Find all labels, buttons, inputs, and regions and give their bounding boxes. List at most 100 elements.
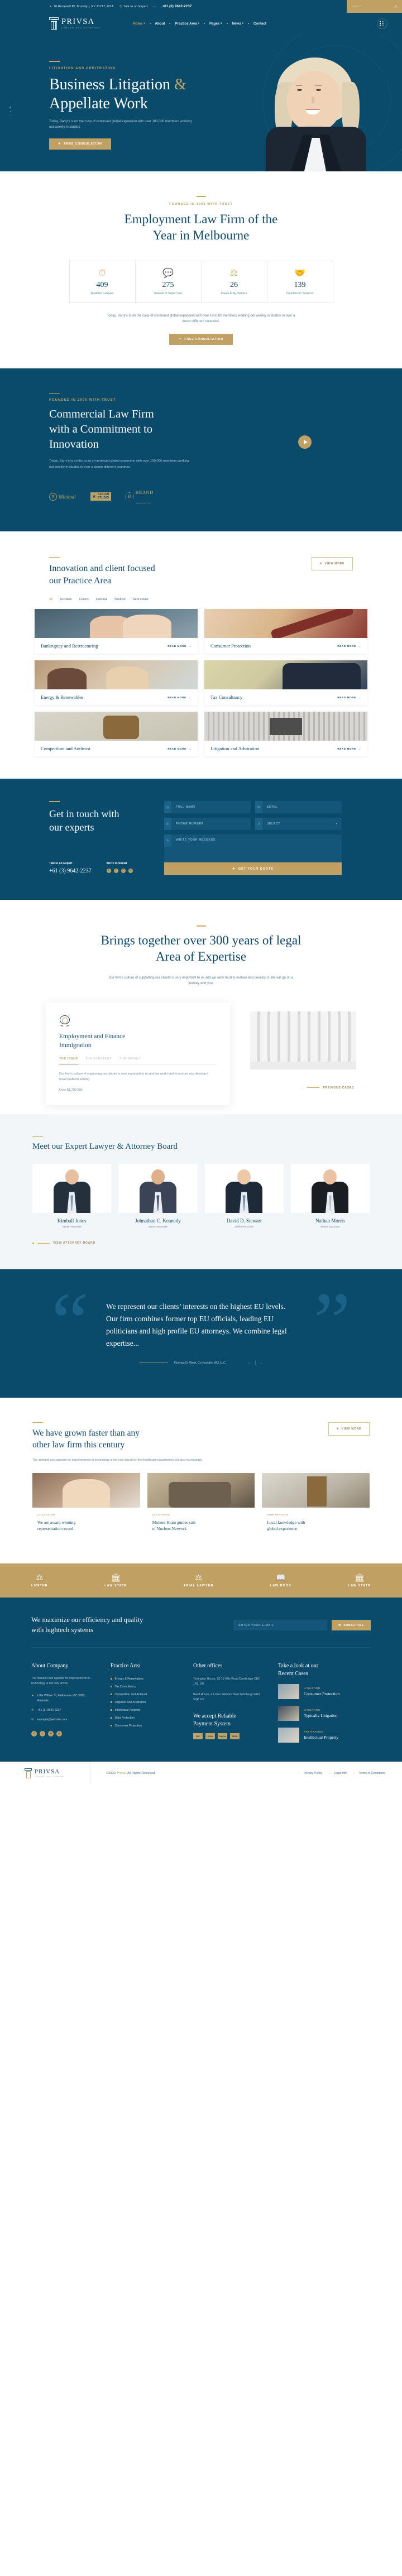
footer-phone[interactable]: ✆ +61 (3) 9642-2237 (31, 1708, 97, 1713)
contact-phone-value[interactable]: +61 (3) 9642-2237 (49, 868, 92, 874)
tab-the-impact[interactable]: THE IMPACT (119, 1057, 141, 1064)
filter-accident[interactable]: Accident (60, 598, 71, 601)
message-input[interactable] (171, 834, 342, 863)
select-input[interactable] (262, 822, 336, 826)
filter-medical[interactable]: Medical (114, 598, 125, 601)
practice-card[interactable]: Competition and Antitrust READ MORE → (35, 712, 198, 757)
facebook-icon[interactable]: f (113, 869, 118, 873)
practice-card-read-more[interactable]: READ MORE → (168, 696, 192, 699)
footer-case-item[interactable]: ARBITRATION Intellectual Property (278, 1728, 371, 1743)
email-input[interactable] (262, 805, 342, 809)
practice-card-read-more[interactable]: READ MORE → (337, 696, 361, 699)
linkedin-icon[interactable]: in (128, 869, 133, 873)
instagram-icon[interactable]: ◎ (56, 1731, 62, 1737)
nav-item-about[interactable]: About (151, 22, 170, 26)
slider-dot[interactable] (9, 114, 11, 116)
talk-to-expert[interactable]: ✆ Talk to an Expert (119, 5, 148, 8)
chevron-down-icon[interactable]: ▾ (336, 822, 342, 826)
practice-card-read-more[interactable]: READ MORE → (337, 747, 361, 750)
tab-the-strategy[interactable]: THE STRATEGY (85, 1057, 112, 1064)
tab-the-issue[interactable]: THE ISSUE (59, 1057, 78, 1065)
practice-card-read-more[interactable]: READ MORE → (337, 645, 361, 647)
message-field[interactable]: ✎ (164, 834, 342, 863)
practice-card[interactable]: Tax Consultancy READ MORE → (204, 660, 367, 706)
privacy-policy-link[interactable]: Privacy Policy (299, 1772, 323, 1775)
whatsapp-icon[interactable]: ✆ (121, 869, 126, 873)
slider-pagination[interactable] (9, 107, 11, 116)
footer-practice-item[interactable]: Intellectual Property (111, 1709, 180, 1712)
phone-field[interactable]: ✆ (164, 818, 251, 831)
view-attorney-board-link[interactable]: VIEW ATTORNEY BOARD (32, 1241, 370, 1245)
slider-dot-active[interactable] (9, 107, 11, 108)
filter-real-estate[interactable]: Real estate (133, 598, 149, 601)
filter-all[interactable]: All (49, 598, 52, 601)
top-bar-phone-number[interactable]: +61 (3) 9642-2237 (162, 5, 192, 8)
nav-item-home[interactable]: Home ▾ (128, 22, 149, 26)
read-more-label: READ MORE (337, 747, 356, 750)
footer-case-item[interactable]: LITIGATION Consumer Protection (278, 1684, 371, 1700)
team-member[interactable]: Kimball Jones Senior Associate (32, 1164, 112, 1228)
practice-card-read-more[interactable]: READ MORE → (168, 645, 192, 647)
practice-card-read-more[interactable]: READ MORE → (168, 747, 192, 750)
filter-claims[interactable]: Claims (79, 598, 89, 601)
brand-logo[interactable]: PRIVSA LAWYER AND ATTORNEY (49, 17, 100, 30)
footer-practice-item[interactable]: Litigation and Arbitration (111, 1701, 180, 1704)
team-member-role: Senior Associate (148, 1225, 168, 1229)
legal-info-link[interactable]: Legal Info (329, 1772, 347, 1775)
twitter-icon[interactable]: t (40, 1731, 45, 1737)
news-card[interactable]: ARBITRATION Local knowledge with global … (262, 1473, 370, 1539)
play-video-button[interactable] (298, 435, 312, 449)
practice-view-more-button[interactable]: ✛ VIEW MORE (311, 557, 353, 570)
footer-email[interactable]: ✉ example@website.com (31, 1718, 97, 1723)
practice-card[interactable]: Energy & Renewables READ MORE → (35, 660, 198, 706)
footer-practice-item[interactable]: Energy & Renewables (111, 1677, 180, 1681)
news-card[interactable]: LITIGATION We are award winning represen… (32, 1473, 140, 1539)
prev-arrow-icon[interactable]: ← (248, 1361, 251, 1365)
search-icon[interactable]: ⌕ (395, 4, 397, 9)
nav-item-pages[interactable]: Pages ▾ (205, 22, 227, 26)
news-card[interactable]: LITIGATION Monnet Hiam guides sale of Nu… (147, 1473, 255, 1539)
news-view-more-button[interactable]: ✛ VIEW MORE (328, 1422, 370, 1436)
footer-practice-item[interactable]: Data Protection (111, 1716, 180, 1720)
footer-brand-logo[interactable]: PRIVSA LAWYER AND ATTORNEY (0, 1762, 89, 1786)
grid-menu-button[interactable] (377, 18, 387, 29)
footer-practice-item[interactable]: Competition and Antitrust (111, 1693, 180, 1696)
practice-card[interactable]: Consumer Protection READ MORE → (204, 609, 367, 654)
award-cta-button[interactable]: ✛ FREE CONSULTATION (169, 333, 233, 345)
phone-input[interactable] (171, 822, 251, 826)
newsletter-email-field[interactable] (233, 1620, 328, 1631)
filter-criminal[interactable]: Criminal (96, 598, 108, 601)
fullname-field[interactable]: ◎ (164, 801, 251, 814)
slider-dot[interactable] (9, 111, 11, 112)
twitter-icon[interactable]: t (106, 869, 111, 873)
newsletter-email-input[interactable] (238, 1623, 323, 1627)
select-field[interactable]: ⌸ ▾ (255, 818, 342, 831)
footer-case-item[interactable]: LITIGATION Typically Litigation (278, 1706, 371, 1721)
subscribe-button[interactable]: ✉ SUBSCRIBE (332, 1620, 371, 1631)
search-box[interactable]: ⌕ (347, 0, 402, 13)
team-member[interactable]: Nathan Morris Senior Associate (290, 1164, 370, 1228)
footer-practice-item[interactable]: Tax Consultancy (111, 1685, 180, 1688)
practice-card[interactable]: Bankruptcy and Restructuring READ MORE → (35, 609, 198, 654)
location-pin-icon: ➤ (31, 1694, 34, 1697)
team-member[interactable]: David D. Stewart Senior Associate (204, 1164, 284, 1228)
fullname-input[interactable] (171, 805, 251, 809)
team-member[interactable]: Johnathan C. Kennedy Senior Associate (118, 1164, 198, 1229)
practice-card[interactable]: Litigation and Arbitration READ MORE → (204, 712, 367, 757)
search-input[interactable] (352, 4, 389, 8)
practice-card-image (204, 712, 367, 741)
hero-cta-button[interactable]: ✛ FREE CONSULATION (49, 138, 111, 150)
previous-cases-link[interactable]: ← PREVIOUS CASES (301, 1086, 354, 1090)
terms-link[interactable]: Terms of Conditions (354, 1772, 385, 1775)
footer-practice-item[interactable]: Consumer Protection (111, 1724, 180, 1728)
nav-item-practice-area[interactable]: Practice Area ▾ (170, 22, 204, 26)
email-field[interactable]: ✉ (255, 801, 342, 814)
accent-rule (196, 196, 206, 197)
nav-item-news[interactable]: News ▾ (228, 22, 248, 26)
get-quote-button[interactable]: ✛ GET YOUR QUOTE (164, 862, 342, 876)
linkedin-icon[interactable]: in (48, 1731, 54, 1737)
partner-logo-minimal: R Minimal (49, 492, 76, 501)
nav-item-contact[interactable]: Contact (249, 22, 271, 26)
next-arrow-icon[interactable]: → (260, 1361, 263, 1365)
facebook-icon[interactable]: f (31, 1731, 37, 1737)
